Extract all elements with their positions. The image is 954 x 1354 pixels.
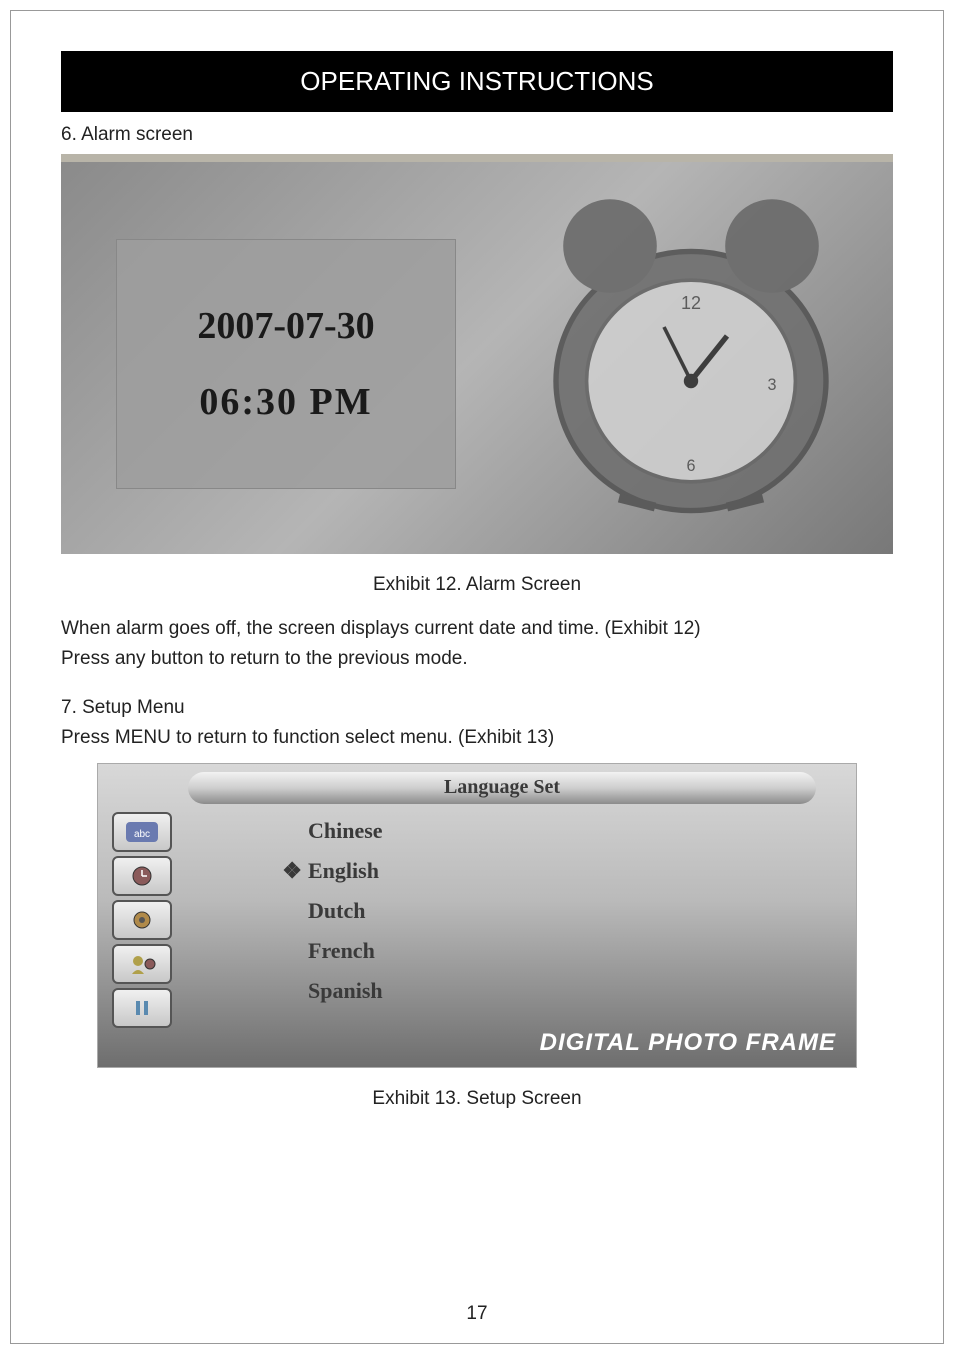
language-list: Chinese ❖ English Dutch French Spanish bbox=[278, 818, 383, 1018]
language-item-dutch[interactable]: Dutch bbox=[278, 898, 383, 924]
section6-para1: When alarm goes off, the screen displays… bbox=[61, 616, 893, 642]
language-label: Spanish bbox=[308, 978, 383, 1004]
sidebar-user-icon[interactable] bbox=[112, 944, 172, 984]
sidebar-language-icon[interactable]: abc bbox=[112, 812, 172, 852]
svg-text:3: 3 bbox=[767, 376, 776, 394]
sidebar-gear-icon[interactable] bbox=[112, 900, 172, 940]
header-bar: OPERATING INSTRUCTIONS bbox=[61, 51, 893, 112]
language-item-english[interactable]: ❖ English bbox=[278, 858, 383, 884]
svg-text:6: 6 bbox=[686, 457, 695, 475]
alarm-clock-illustration: 12 3 6 bbox=[493, 174, 853, 534]
alarm-time: 06:30 PM bbox=[199, 380, 372, 424]
language-label: French bbox=[308, 938, 375, 964]
alarm-date: 2007-07-30 bbox=[197, 304, 374, 348]
language-label: English bbox=[308, 858, 379, 884]
device-brand-label: DIGITAL PHOTO FRAME bbox=[540, 1029, 836, 1057]
language-label: Chinese bbox=[308, 818, 383, 844]
header-title: OPERATING INSTRUCTIONS bbox=[300, 66, 653, 96]
exhibit12-caption: Exhibit 12. Alarm Screen bbox=[61, 574, 893, 596]
sidebar-clock-icon[interactable] bbox=[112, 856, 172, 896]
sidebar-pause-icon[interactable] bbox=[112, 988, 172, 1028]
svg-text:abc: abc bbox=[134, 829, 150, 840]
section7-heading: 7. Setup Menu bbox=[61, 695, 893, 721]
language-item-chinese[interactable]: Chinese bbox=[278, 818, 383, 844]
alarm-date-time-box: 2007-07-30 06:30 PM bbox=[116, 239, 456, 489]
page-number: 17 bbox=[11, 1303, 943, 1325]
exhibit13-caption: Exhibit 13. Setup Screen bbox=[61, 1088, 893, 1110]
setup-screen-figure: Language Set abc bbox=[97, 763, 857, 1068]
language-label: Dutch bbox=[308, 898, 365, 924]
section7-intro: Press MENU to return to function select … bbox=[61, 725, 893, 751]
figure-top-border bbox=[61, 154, 893, 162]
section6-heading: 6. Alarm screen bbox=[61, 124, 893, 146]
section6-para2: Press any button to return to the previo… bbox=[61, 646, 893, 672]
page-frame: OPERATING INSTRUCTIONS 6. Alarm screen 1… bbox=[10, 10, 944, 1344]
language-item-spanish[interactable]: Spanish bbox=[278, 978, 383, 1004]
language-item-french[interactable]: French bbox=[278, 938, 383, 964]
alarm-screen-figure: 12 3 6 2007-07-30 06:30 PM bbox=[61, 154, 893, 554]
selected-marker-icon: ❖ bbox=[278, 858, 302, 884]
setup-sidebar: abc bbox=[112, 812, 184, 1032]
svg-text:12: 12 bbox=[681, 293, 701, 313]
setup-menu-title: Language Set bbox=[188, 772, 816, 804]
